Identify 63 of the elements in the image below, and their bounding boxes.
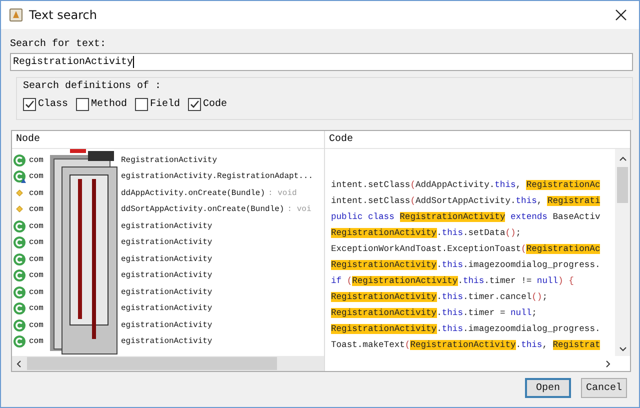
package-name: com: [29, 238, 44, 248]
package-name: com: [29, 156, 44, 165]
code-line: intent.setClass(AddSortAppActivity.this, Registrati: [331, 195, 602, 208]
scroll-left-icon: [15, 360, 23, 368]
code-line: ExceptionWorkAndToast.ExceptionToast(RegistrationAc: [331, 243, 602, 256]
package-name: com: [29, 172, 44, 182]
node-name[interactable]: ddSortAppActivity.onCreate(Bundle): [121, 205, 284, 214]
code-line: RegistrationActivity.this.imagezoomdialog_progress.: [331, 259, 602, 272]
scroll-up-icon: [618, 155, 626, 163]
close-icon: [615, 9, 627, 21]
node-name[interactable]: egistrationActivity: [121, 288, 212, 297]
node-name[interactable]: egistrationActivity: [121, 304, 212, 314]
code-line: intent.setClass(AddAppActivity.this, RegistrationAc: [331, 179, 602, 192]
code-line: if (RegistrationActivity.this.timer != null) {: [331, 275, 575, 288]
window-title: Text search: [29, 8, 98, 22]
scrollbar-thumb[interactable]: [617, 167, 628, 203]
checkbox-label: Field: [150, 99, 180, 110]
code-line: public class RegistrationActivity extends BaseActiv: [331, 211, 602, 224]
checkbox[interactable]: [188, 98, 202, 111]
node-name[interactable]: egistrationActivity: [121, 320, 212, 330]
node-name[interactable]: egistrationActivity.RegistrationAdapt...: [121, 172, 314, 182]
app-icon: [9, 8, 23, 22]
code-line: RegistrationActivity.this.setData();: [331, 227, 522, 240]
checkbox-label: Method: [91, 99, 128, 110]
return-type: : voi: [287, 205, 312, 214]
group-title: Search definitions of :: [23, 81, 162, 92]
horizontal-scrollbar[interactable]: [12, 356, 324, 371]
node-name[interactable]: RegistrationActivity: [121, 156, 218, 165]
package-name: com: [29, 222, 44, 231]
node-name[interactable]: ddAppActivity.onCreate(Bundle): [121, 188, 266, 198]
checkbox[interactable]: [23, 98, 36, 111]
search-label: Search for text:: [10, 39, 106, 50]
checkbox[interactable]: [135, 98, 148, 111]
package-name: com: [29, 337, 44, 346]
package-name: com: [29, 188, 44, 198]
code-line: Toast.makeText(RegistrationActivity.this, Registrat: [331, 339, 602, 352]
scroll-right-icon[interactable]: [604, 360, 612, 368]
return-type: : void: [268, 188, 297, 198]
column-header: Node: [12, 131, 324, 149]
scrollbar-thumb[interactable]: [27, 357, 277, 370]
dialog-button[interactable]: Cancel: [581, 378, 627, 398]
column-header: Code: [325, 131, 630, 149]
code-line: RegistrationActivity.this.timer.cancel();: [331, 291, 548, 304]
package-name: com: [29, 304, 44, 314]
node-name[interactable]: egistrationActivity: [121, 254, 212, 264]
scroll-down-icon: [618, 345, 626, 353]
package-name: com: [29, 205, 44, 214]
node-name[interactable]: egistrationActivity: [121, 337, 212, 346]
package-name: com: [29, 320, 44, 330]
code-line: RegistrationActivity.this.imagezoomdialog_progress.: [331, 323, 602, 336]
node-name[interactable]: egistrationActivity: [121, 271, 212, 280]
checkbox-label: Code: [203, 99, 228, 110]
checkbox[interactable]: [76, 98, 90, 111]
node-name[interactable]: egistrationActivity: [121, 222, 212, 231]
dialog-button[interactable]: Open: [525, 378, 571, 398]
node-name[interactable]: egistrationActivity: [121, 238, 212, 248]
package-name: com: [29, 271, 44, 280]
vertical-scrollbar[interactable]: [615, 149, 630, 356]
code-line: RegistrationActivity.this.timer = null;: [331, 307, 538, 320]
package-name: com: [29, 288, 44, 297]
search-field[interactable]: RegistrationActivity: [10, 53, 633, 71]
package-name: com: [29, 254, 44, 264]
checkbox-label: Class: [38, 99, 68, 110]
